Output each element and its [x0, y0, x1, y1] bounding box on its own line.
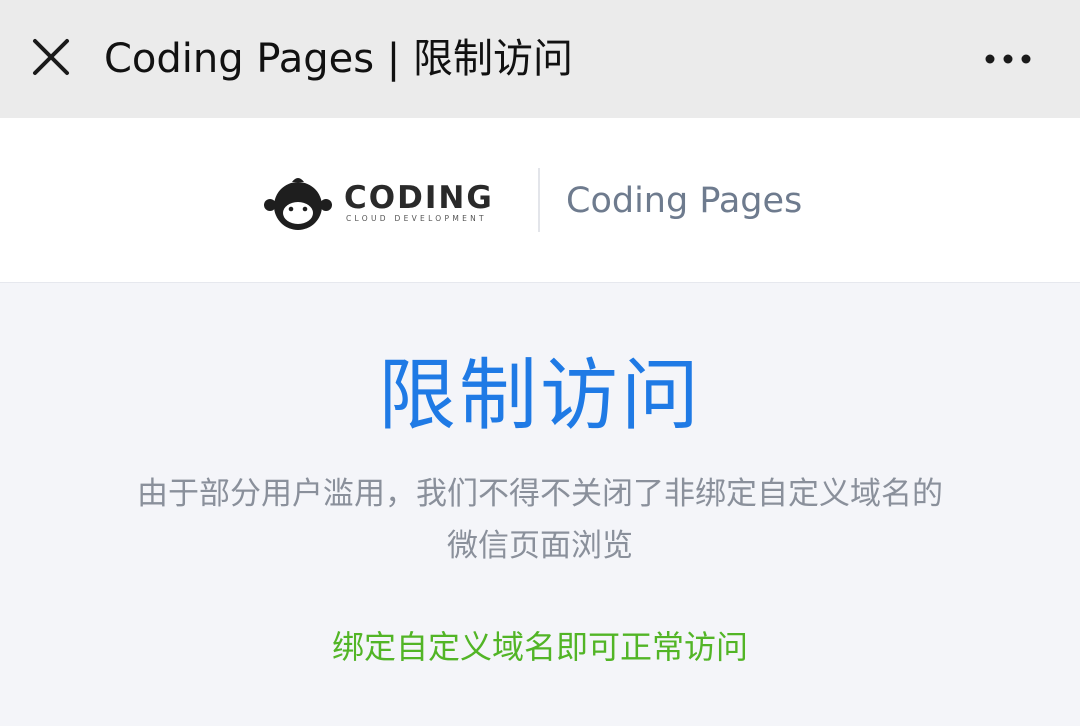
page-heading: 限制访问	[377, 351, 702, 441]
bind-domain-hint[interactable]: 绑定自定义域名即可正常访问	[0, 620, 1080, 674]
more-button[interactable]	[972, 34, 1044, 84]
close-button[interactable]	[26, 31, 80, 85]
more-dots-icon	[985, 54, 1031, 64]
coding-logo[interactable]: CODING CLOUD DEVELOPMENT	[262, 176, 518, 236]
notice-line-2: 微信页面浏览	[447, 528, 633, 564]
monkey-mascot-icon: CODING CLOUD DEVELOPMENT	[264, 178, 494, 230]
title-bar: Coding Pages | 限制访问	[0, 0, 1080, 118]
window-title: Coding Pages | 限制访问	[104, 36, 573, 82]
close-icon	[33, 39, 69, 75]
restriction-notice: 由于部分用户滥用，我们不得不关闭了非绑定自定义域名的 微信页面浏览	[60, 468, 1020, 572]
svg-text:CLOUD DEVELOPMENT: CLOUD DEVELOPMENT	[346, 214, 487, 223]
notice-line-1: 由于部分用户滥用，我们不得不关闭了非绑定自定义域名的	[137, 476, 943, 512]
svg-text:CODING: CODING	[344, 180, 494, 216]
brand-divider	[538, 168, 540, 232]
product-name: Coding Pages	[566, 181, 803, 221]
brand-header: CODING CLOUD DEVELOPMENT Coding Pages	[0, 118, 1080, 283]
